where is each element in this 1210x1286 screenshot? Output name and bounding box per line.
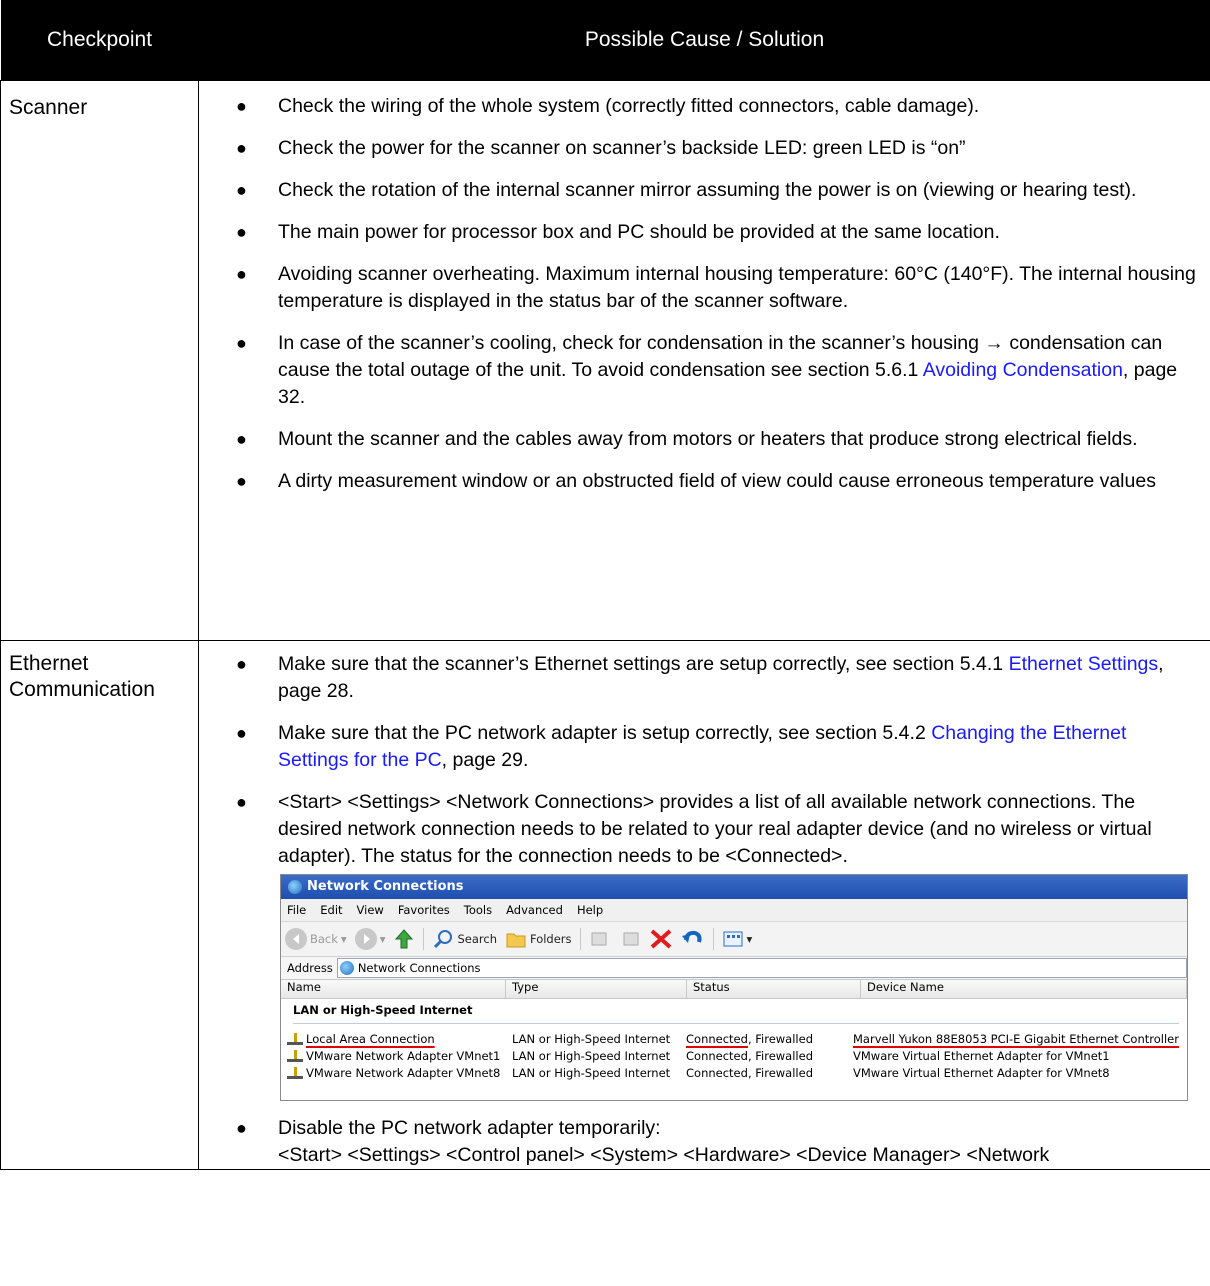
ethernet-solutions: ● Make sure that the scanner’s Ethernet s… (198, 640, 1210, 1170)
address-label: Address (287, 961, 333, 975)
network-connections-screenshot: Network Connections File Edit View Favor… (280, 874, 1188, 1101)
checkpoint-scanner: Scanner (0, 80, 199, 641)
copy-to-button[interactable] (619, 929, 641, 949)
views-icon (723, 931, 743, 947)
network-adapter-icon (287, 1032, 303, 1045)
list-item: ● Check the wiring of the whole system (c… (236, 95, 980, 117)
header-checkpoint: Checkpoint (0, 0, 199, 81)
table-row[interactable]: VMware Network Adapter VMnet8 LAN or Hig… (281, 1064, 1187, 1081)
search-button[interactable]: Search (432, 928, 497, 950)
table-row[interactable]: VMware Network Adapter VMnet1 LAN or Hig… (281, 1047, 1187, 1064)
copy-to-icon (623, 932, 639, 946)
column-type[interactable]: Type (506, 980, 687, 998)
list-item: ● Check the rotation of the internal scan… (236, 179, 1137, 201)
network-adapter-icon (287, 1066, 303, 1079)
column-name[interactable]: Name (281, 980, 506, 998)
list-item: ● Make sure that the scanner’s Ethernet s… (236, 653, 1164, 702)
checkpoint-ethernet: Ethernet Communication (0, 640, 199, 1170)
list-item: ● Mount the scanner and the cables away f… (236, 428, 1138, 450)
table-row[interactable]: Local Area Connection LAN or High-Speed … (281, 1030, 1187, 1047)
up-folder-button[interactable] (393, 928, 415, 950)
menu-favorites[interactable]: Favorites (398, 903, 450, 917)
menu-file[interactable]: File (287, 903, 306, 917)
move-to-icon (591, 932, 607, 946)
back-button[interactable]: Back ▾ (285, 928, 347, 950)
list-item: ● Disable the PC network adapter temporar… (236, 1117, 1050, 1166)
list-item: ● In case of the scanner’s cooling, check… (236, 332, 1178, 408)
troubleshooting-table: Checkpoint Possible Cause / Solution Sca… (0, 0, 1210, 1170)
header-solution: Possible Cause / Solution (198, 0, 1210, 81)
menu-help[interactable]: Help (577, 903, 603, 917)
folder-icon (506, 933, 526, 948)
list-item: ● The main power for processor box and PC… (236, 221, 1000, 243)
move-to-button[interactable] (589, 929, 611, 949)
undo-icon (681, 930, 702, 943)
list-item: ● Make sure that the PC network adapter i… (236, 722, 1127, 771)
network-connections-icon (287, 879, 303, 895)
menu-advanced[interactable]: Advanced (506, 903, 563, 917)
menu-bar: File Edit View Favorites Tools Advanced … (281, 899, 1187, 922)
scanner-solutions: ● Check the wiring of the whole system (c… (198, 80, 1210, 641)
column-headers: Name Type Status Device Name (281, 980, 1187, 999)
menu-edit[interactable]: Edit (320, 903, 342, 917)
toolbar: Back ▾ ▾ Search Folders ▾ (281, 922, 1187, 957)
folders-button[interactable]: Folders (505, 929, 572, 949)
views-button[interactable]: ▾ (722, 929, 752, 949)
list-item: ● Check the power for the scanner on scan… (236, 137, 966, 159)
window-title: Network Connections (307, 879, 464, 894)
list-item: ● Avoiding scanner overheating. Maximum i… (236, 263, 1196, 312)
search-icon (434, 930, 453, 949)
undo-button[interactable] (681, 928, 705, 950)
delete-x-icon (650, 929, 671, 949)
menu-tools[interactable]: Tools (464, 903, 492, 917)
list-item: ● <Start> <Settings> <Network Connections… (236, 791, 1152, 867)
forward-arrow-icon (354, 928, 377, 950)
delete-button[interactable] (649, 928, 673, 950)
address-bar: Address Network Connections (281, 957, 1187, 980)
window-titlebar: Network Connections (281, 875, 1187, 899)
up-folder-icon (395, 929, 414, 949)
network-icon (339, 961, 354, 975)
menu-view[interactable]: View (357, 903, 384, 917)
forward-button[interactable]: ▾ (354, 928, 385, 950)
group-heading: LAN or High-Speed Internet (293, 1003, 473, 1017)
list-item: ● A dirty measurement window or an obstru… (236, 470, 1156, 492)
link-avoiding-condensation[interactable]: Avoiding Condensation (923, 359, 1123, 381)
network-adapter-icon (287, 1049, 303, 1062)
link-ethernet-settings[interactable]: Ethernet Settings (1009, 653, 1159, 675)
back-arrow-icon (285, 928, 307, 950)
column-status[interactable]: Status (687, 980, 861, 998)
column-device-name[interactable]: Device Name (861, 980, 1187, 998)
address-field[interactable]: Network Connections (336, 958, 1187, 978)
